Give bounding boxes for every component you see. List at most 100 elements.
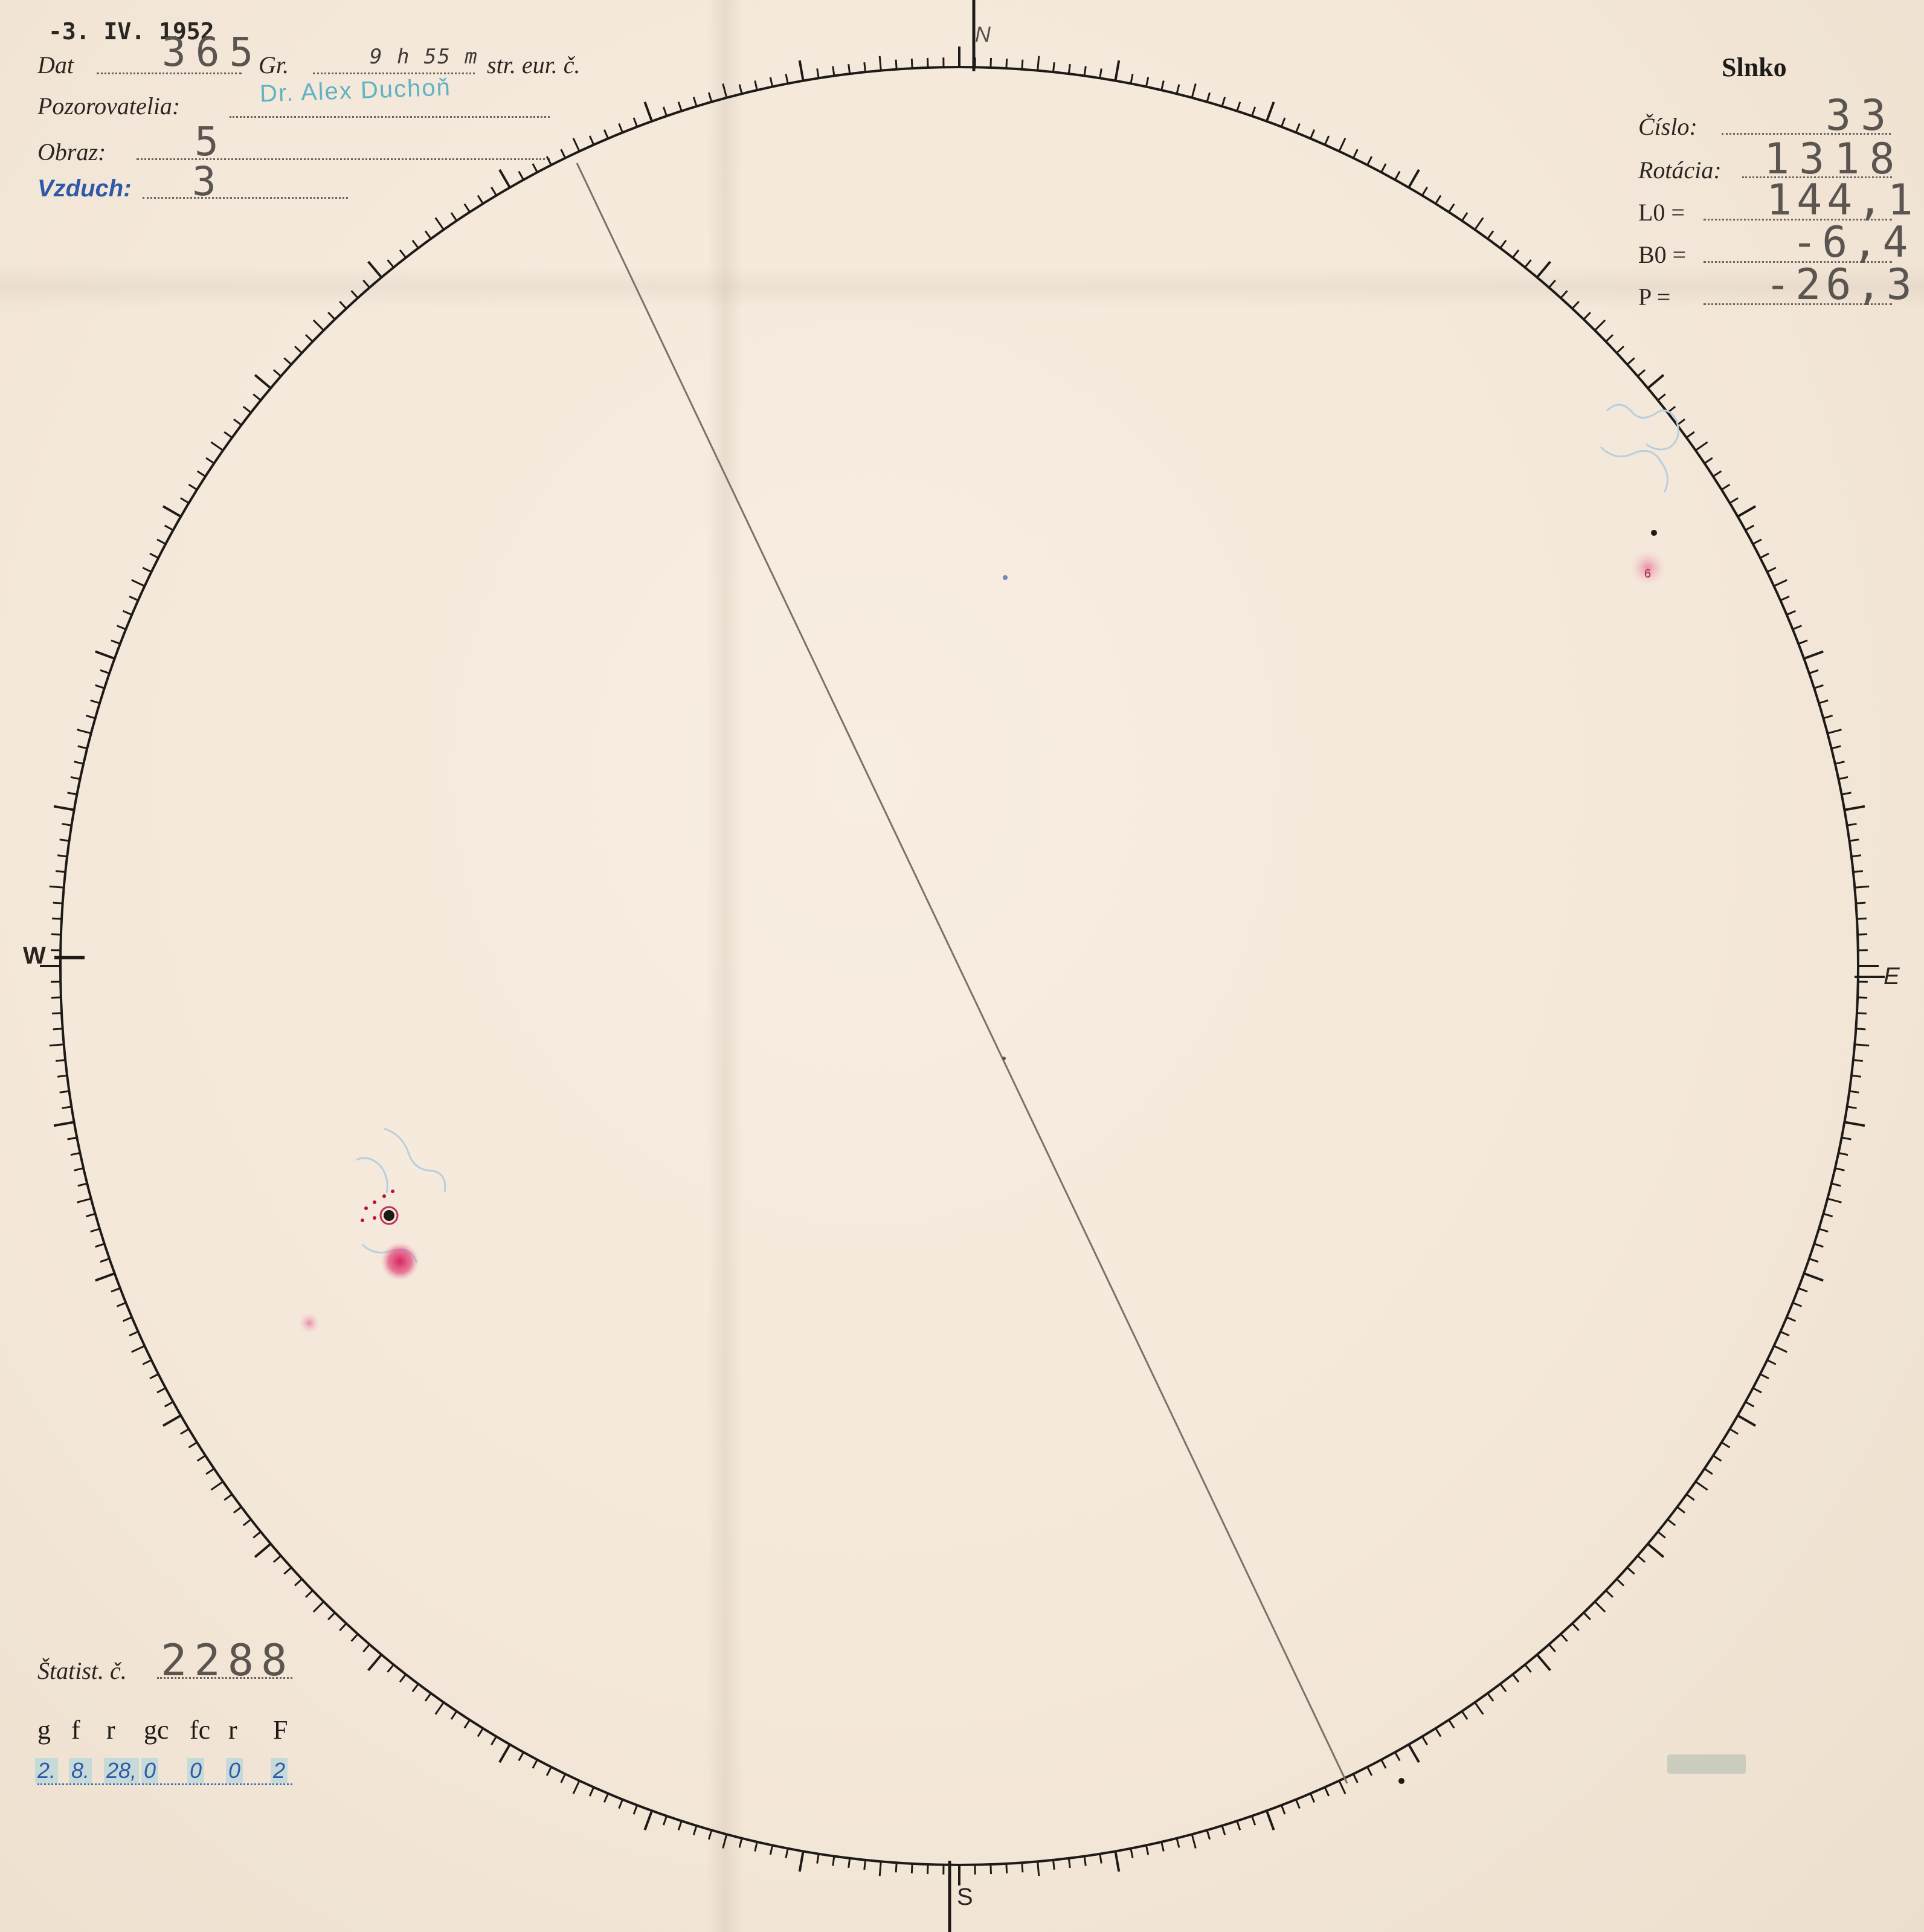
degree-tick [588,1786,595,1797]
degree-tick [1191,1834,1197,1849]
degree-tick [1499,1683,1507,1693]
degree-tick [848,64,851,74]
degree-tick [305,1589,314,1598]
degree-tick [816,68,820,79]
degree-tick [164,524,174,531]
degree-tick [1295,123,1301,133]
sunspot-small [361,1219,364,1222]
degree-tick [1773,579,1787,587]
degree-tick [588,135,595,146]
degree-tick [1037,56,1040,71]
degree-tick [1338,138,1346,152]
degree-tick [518,170,524,181]
degree-tick [450,212,458,222]
degree-tick [1021,59,1024,69]
degree-tick [1236,101,1241,112]
degree-tick [1005,59,1008,69]
degree-tick [848,1858,851,1868]
degree-tick [1647,374,1665,390]
degree-tick [205,1467,215,1475]
degree-tick [1099,68,1102,79]
degree-tick [350,290,359,299]
degree-tick [210,441,224,451]
degree-tick [662,1815,668,1826]
degree-tick [339,1623,347,1632]
degree-tick [129,595,139,602]
degree-tick [618,123,623,133]
degree-tick [863,62,866,72]
degree-tick [1366,1766,1373,1776]
degree-tick [77,1197,92,1203]
degree-tick [1766,567,1777,573]
degree-tick [785,1848,789,1858]
degree-tick [294,346,303,354]
degree-tick [367,1653,383,1672]
degree-tick [1052,62,1055,72]
degree-tick [1474,1702,1484,1715]
degree-tick [1856,1012,1867,1015]
degree-tick [49,885,64,889]
degree-tick [224,1493,233,1501]
degree-tick [1435,1728,1442,1737]
degree-tick [233,418,242,426]
degree-tick [1206,92,1211,103]
degree-tick [116,1302,126,1307]
degree-tick [53,1121,74,1127]
degree-tick [1487,230,1494,240]
degree-tick [498,1744,511,1763]
degree-tick [1145,77,1150,87]
degree-tick [1594,1601,1606,1613]
degree-tick [491,1736,497,1745]
degree-tick [164,1401,174,1408]
degree-tick [85,1212,96,1218]
degree-tick [692,97,698,107]
degree-tick [411,1683,419,1693]
degree-tick [1637,369,1646,377]
degree-tick [242,405,252,414]
degree-tick [1310,1793,1316,1803]
degree-tick [1786,610,1796,616]
degree-tick [67,1136,77,1141]
degree-tick [1280,1805,1286,1815]
degree-tick [1792,625,1803,630]
degree-tick [878,1861,882,1876]
degree-tick [1831,1182,1841,1187]
degree-tick [1380,1759,1387,1769]
degree-tick [1548,279,1556,288]
degree-tick [707,1829,713,1840]
spot-group-east: 6 [1600,404,1679,586]
sunspot-umbra [1651,530,1657,536]
degree-tick [116,625,126,630]
degree-tick [188,483,198,491]
degree-tick [1823,1212,1833,1218]
degree-tick [1408,1744,1420,1763]
degree-tick [233,1506,242,1514]
degree-tick [100,669,110,675]
degree-tick [1474,217,1484,230]
degree-tick [738,84,743,94]
degree-tick [1847,823,1857,826]
degree-tick [1657,1531,1666,1539]
degree-tick [1130,74,1134,84]
degree-tick [603,129,609,139]
spot-glow [298,1312,320,1334]
degree-tick [1236,1820,1241,1831]
degree-tick [1499,239,1507,249]
degree-tick [205,457,215,465]
degree-tick [643,1810,653,1831]
degree-tick [1366,156,1373,166]
degree-tick [477,1728,484,1737]
degree-tick [1114,60,1121,81]
degree-tick [362,1644,370,1653]
degree-tick [1704,457,1713,465]
degree-tick [1511,249,1520,259]
degree-tick [1380,163,1387,173]
rotation-axis-line [576,163,1348,1784]
degree-tick [253,1531,262,1539]
degree-tick [196,1455,206,1462]
degree-tick [312,1601,324,1613]
degree-tick [1835,1167,1845,1171]
degree-tick [1394,1751,1401,1762]
degree-tick [1853,870,1863,873]
degree-tick [1583,312,1591,320]
